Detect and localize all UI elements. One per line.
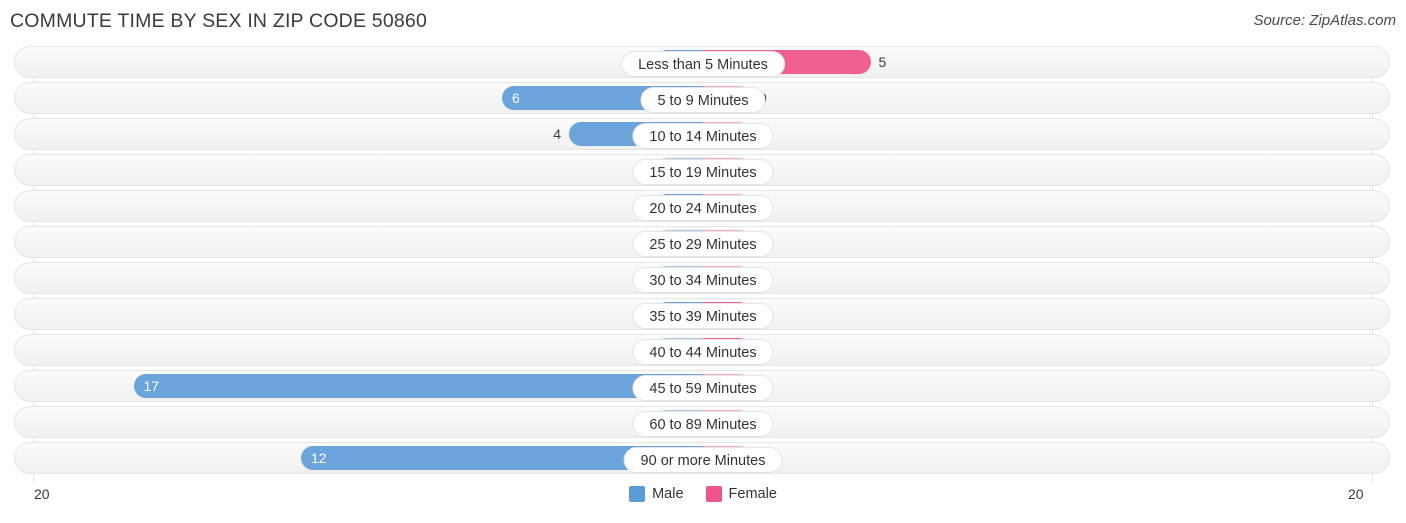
category-label: 60 to 89 Minutes (632, 411, 774, 437)
category-label: 5 to 9 Minutes (640, 87, 766, 113)
male-value-label: 12 (311, 450, 327, 466)
category-label: 45 to 59 Minutes (632, 375, 774, 401)
chart-footer: 20 20 Male Female (0, 484, 1406, 523)
row-bars: 12090 or more Minutes (0, 446, 1406, 473)
female-value-label: 5 (878, 54, 887, 70)
row-bars: 0015 to 19 Minutes (0, 158, 1406, 185)
bar-row: 0030 to 34 Minutes (0, 262, 1406, 294)
legend-item[interactable]: Female (705, 486, 777, 502)
male-value-label: 4 (553, 126, 561, 142)
category-label: 10 to 14 Minutes (632, 123, 774, 149)
male-value-label: 17 (143, 378, 160, 394)
bar-row: 0015 to 19 Minutes (0, 154, 1406, 186)
source-attribution: Source: ZipAtlas.com (1253, 12, 1396, 29)
category-label: 25 to 29 Minutes (632, 231, 774, 257)
commute-time-chart: COMMUTE TIME BY SEX IN ZIP CODE 50860 So… (0, 0, 1406, 523)
male-bar[interactable]: 17 (133, 374, 703, 398)
row-bars: 0060 to 89 Minutes (0, 410, 1406, 437)
row-bars: 0140 to 44 Minutes (0, 338, 1406, 365)
row-bars: 1135 to 39 Minutes (0, 302, 1406, 329)
bar-row: 0025 to 29 Minutes (0, 226, 1406, 258)
category-label: 40 to 44 Minutes (632, 339, 774, 365)
row-bars: 1020 to 24 Minutes (0, 194, 1406, 221)
bar-row: 1135 to 39 Minutes (0, 298, 1406, 330)
row-bars: 15Less than 5 Minutes (0, 50, 1406, 77)
chart-legend: Male Female (0, 486, 1406, 502)
category-label: 35 to 39 Minutes (632, 303, 774, 329)
legend-swatch-icon (705, 486, 722, 502)
row-bars: 0025 to 29 Minutes (0, 230, 1406, 257)
category-label: Less than 5 Minutes (621, 51, 785, 77)
bar-row: 12090 or more Minutes (0, 442, 1406, 474)
bar-row: 1020 to 24 Minutes (0, 190, 1406, 222)
bar-row: 0060 to 89 Minutes (0, 406, 1406, 438)
page-title: COMMUTE TIME BY SEX IN ZIP CODE 50860 (10, 10, 428, 32)
male-value-label: 6 (512, 90, 520, 106)
bar-row: 15Less than 5 Minutes (0, 46, 1406, 78)
row-bars: 17045 to 59 Minutes (0, 374, 1406, 401)
bar-row: 0140 to 44 Minutes (0, 334, 1406, 366)
chart-header: COMMUTE TIME BY SEX IN ZIP CODE 50860 So… (0, 0, 1406, 44)
row-bars: 605 to 9 Minutes (0, 86, 1406, 113)
legend-swatch-icon (629, 486, 646, 502)
bar-row: 17045 to 59 Minutes (0, 370, 1406, 402)
row-bars: 4010 to 14 Minutes (0, 122, 1406, 149)
category-label: 30 to 34 Minutes (632, 267, 774, 293)
legend-label: Male (652, 486, 684, 502)
row-bars: 0030 to 34 Minutes (0, 266, 1406, 293)
bar-rows: 15Less than 5 Minutes605 to 9 Minutes401… (0, 46, 1406, 478)
legend-item[interactable]: Male (629, 486, 684, 502)
bar-row: 4010 to 14 Minutes (0, 118, 1406, 150)
category-label: 15 to 19 Minutes (632, 159, 774, 185)
category-label: 20 to 24 Minutes (632, 195, 774, 221)
legend-label: Female (728, 486, 777, 502)
bar-row: 605 to 9 Minutes (0, 82, 1406, 114)
plot-area: 15Less than 5 Minutes605 to 9 Minutes401… (0, 46, 1406, 482)
category-label: 90 or more Minutes (623, 447, 783, 473)
